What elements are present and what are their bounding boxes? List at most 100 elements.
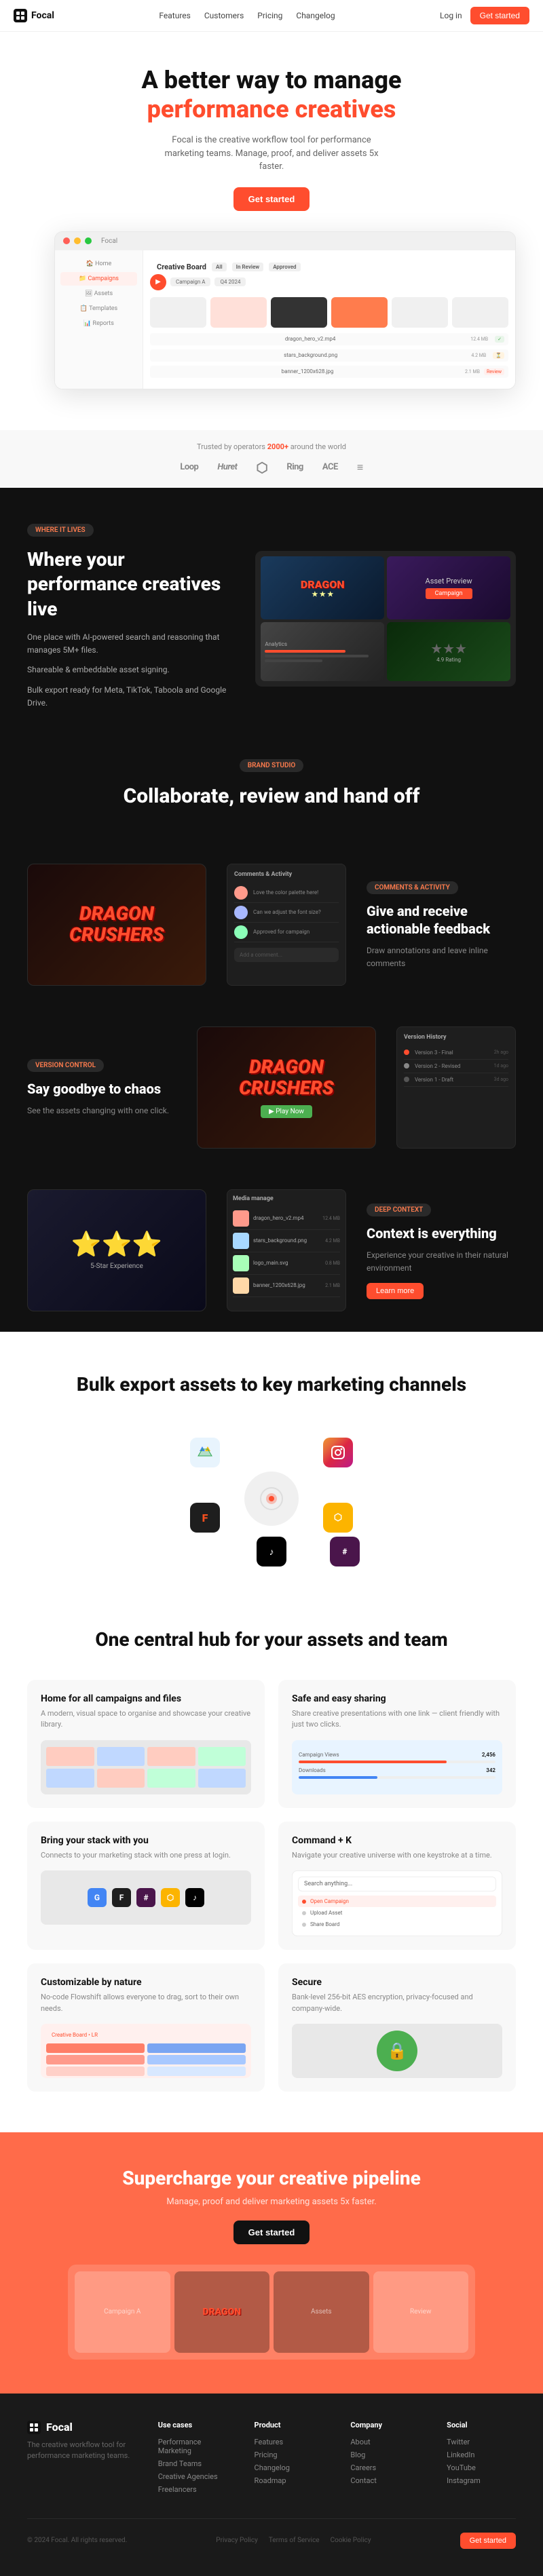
footer-brand: Focal The creative workflow tool for per… xyxy=(27,2421,131,2498)
ss-sidebar-assets[interactable]: 🖼 Assets xyxy=(60,287,137,301)
footer-item-twitter[interactable]: Twitter xyxy=(447,2438,516,2446)
footer-cta-button[interactable]: Get started xyxy=(460,2533,516,2549)
footer-item-about[interactable]: About xyxy=(350,2438,419,2446)
sup-dragon-text: DRAGON xyxy=(202,2307,241,2318)
footer-item-instagram[interactable]: Instagram xyxy=(447,2476,516,2485)
dark-card-4-img: ★★★ 4.9 Rating xyxy=(387,622,510,681)
version-heading: Say goodbye to chaos xyxy=(27,1080,176,1098)
feature-context-text: DEEP CONTEXT Context is everything Exper… xyxy=(367,1202,516,1299)
footer-item-linkedin[interactable]: LinkedIn xyxy=(447,2450,516,2459)
ss-card-grid xyxy=(150,297,508,328)
hero-subtitle: Focal is the creative workflow tool for … xyxy=(156,134,387,174)
ss-filter-review[interactable]: In Review xyxy=(232,263,264,271)
dark-card-1: DRAGON ★ ★ ★ xyxy=(261,556,384,619)
ss-filter-all[interactable]: All xyxy=(212,263,227,271)
feature-context: ⭐⭐⭐ 5-Star Experience Media manage drago… xyxy=(0,1169,543,1332)
comment-3: Approved for campaign xyxy=(234,923,339,942)
version-badge: VERSION CONTROL xyxy=(27,1059,104,1072)
export-heading: Bulk export assets to key marketing chan… xyxy=(27,1372,516,1397)
comment-placeholder[interactable]: Add a comment... xyxy=(234,948,339,962)
cmd-item-1[interactable]: Open Campaign xyxy=(298,1896,496,1907)
stars-visual: ⭐⭐⭐ 5-Star Experience xyxy=(27,1189,206,1311)
footer-item-roadmap[interactable]: Roadmap xyxy=(255,2476,324,2485)
context-cta-button[interactable]: Learn more xyxy=(367,1283,424,1299)
feature-feedback-img: DRAGONCRUSHERS xyxy=(27,864,206,986)
footer-item-freelancers[interactable]: Freelancers xyxy=(158,2485,227,2494)
supercharge-desc: Manage, proof and deliver marketing asse… xyxy=(27,2197,516,2207)
mini-card-6 xyxy=(97,1769,145,1788)
hub-card-campaigns: Home for all campaigns and files A moder… xyxy=(27,1680,265,1808)
comment-1-text: Love the color palette here! xyxy=(253,889,339,896)
media-item-3: logo_main.svg 0.8 MB xyxy=(233,1252,340,1275)
ss-sidebar-templates[interactable]: 📋 Templates xyxy=(60,302,137,315)
hub-sharing-visual: Campaign Views 2,456 Downloads 342 xyxy=(292,1740,502,1794)
collab-badge: BRAND STUDIO xyxy=(240,759,304,772)
command-k-input[interactable]: Search anything... xyxy=(298,1877,496,1891)
footer-item-blog[interactable]: Blog xyxy=(350,2450,419,2459)
footer-item-careers[interactable]: Careers xyxy=(350,2463,419,2472)
ss-sidebar-reports[interactable]: 📊 Reports xyxy=(60,317,137,330)
mini-card-5 xyxy=(46,1769,94,1788)
nav-pricing[interactable]: Pricing xyxy=(257,11,282,20)
screenshot-titlebar: Focal xyxy=(55,232,515,250)
nav-changelog[interactable]: Changelog xyxy=(296,11,335,20)
section-creatives-p3: Bulk export ready for Meta, TikTok, Tabo… xyxy=(27,684,235,710)
ss-play-btn[interactable]: ▶ xyxy=(150,274,166,290)
gdrive-icon xyxy=(190,1438,220,1467)
cmd-item-3[interactable]: Share Board xyxy=(298,1919,496,1930)
footer-item-features[interactable]: Features xyxy=(255,2438,324,2446)
footer-top: Focal The creative workflow tool for per… xyxy=(27,2421,516,2498)
screenshot-sidebar: 🏠 Home 📁 Campaigns 🖼 Assets 📋 Templates … xyxy=(55,250,143,389)
dark-card-4: ★★★ 4.9 Rating xyxy=(387,622,510,681)
supercharge-heading: Supercharge your creative pipeline xyxy=(27,2166,516,2191)
ss-row-1: dragon_hero_v2.mp4 12.4 MB ✓ xyxy=(150,333,508,345)
hero-cta-button[interactable]: Get started xyxy=(233,187,310,211)
cmd-dot-3 xyxy=(302,1923,306,1927)
ss-sidebar-campaigns[interactable]: 📁 Campaigns xyxy=(60,272,137,286)
logo-huret: Huret xyxy=(217,462,237,472)
media-thumb-2 xyxy=(233,1233,249,1249)
ss-sidebar-home[interactable]: 🏠 Home xyxy=(60,257,137,271)
version-item-3: Version 1 - Draft 3d ago xyxy=(404,1073,508,1087)
footer-col-product: Product Features Pricing Changelog Roadm… xyxy=(255,2421,324,2498)
footer-item-pricing[interactable]: Pricing xyxy=(255,2450,324,2459)
nav-features[interactable]: Features xyxy=(159,11,190,20)
footer-item-contact[interactable]: Contact xyxy=(350,2476,419,2485)
footer-logo-icon xyxy=(27,2421,41,2434)
hub-campaigns-visual xyxy=(41,1740,251,1794)
section-creatives-heading: Where your performance creatives live xyxy=(27,547,235,621)
login-link[interactable]: Log in xyxy=(440,11,462,20)
footer-item-changelog[interactable]: Changelog xyxy=(255,2463,324,2472)
hub-card-sharing: Safe and easy sharing Share creative pre… xyxy=(278,1680,516,1808)
version-dot-1 xyxy=(404,1050,409,1055)
version-history-panel: Version History Version 3 - Final 2h ago… xyxy=(396,1026,516,1149)
avatar-3 xyxy=(234,925,248,939)
ss-filter-approved[interactable]: Approved xyxy=(269,263,300,271)
media-size-4: 2.1 MB xyxy=(325,1283,340,1288)
logo[interactable]: Focal xyxy=(14,9,54,22)
nav-customers[interactable]: Customers xyxy=(204,11,244,20)
hub-grid: Home for all campaigns and files A moder… xyxy=(27,1680,516,2092)
supercharge-cta-button[interactable]: Get started xyxy=(233,2221,310,2244)
dot-yellow xyxy=(74,237,81,244)
nav-cta-button[interactable]: Get started xyxy=(470,7,529,24)
footer-item-pm[interactable]: Performance Marketing xyxy=(158,2438,227,2455)
media-thumb-1 xyxy=(233,1210,249,1227)
footer-item-brand[interactable]: Brand Teams xyxy=(158,2459,227,2468)
hub-card-customize-title: Customizable by nature xyxy=(41,1977,251,1988)
hero-heading: A better way to manage performance creat… xyxy=(54,66,489,124)
ss-card-4 xyxy=(331,297,388,328)
footer-item-youtube[interactable]: YouTube xyxy=(447,2463,516,2472)
footer-terms[interactable]: Terms of Service xyxy=(269,2537,320,2544)
sup-card-1-label: Campaign A xyxy=(104,2308,141,2315)
footer-cookies[interactable]: Cookie Policy xyxy=(331,2537,371,2544)
footer-privacy[interactable]: Privacy Policy xyxy=(216,2537,258,2544)
ss-card-3 xyxy=(271,297,327,328)
hero-section: A better way to manage performance creat… xyxy=(0,32,543,430)
screenshot-main: Creative Board All In Review Approved ▶ … xyxy=(143,250,515,389)
cmd-item-2[interactable]: Upload Asset xyxy=(298,1907,496,1919)
footer-item-agencies[interactable]: Creative Agencies xyxy=(158,2472,227,2481)
collab-heading: Collaborate, review and hand off xyxy=(27,783,516,809)
comment-1: Love the color palette here! xyxy=(234,883,339,903)
footer-bottom-links: Privacy Policy Terms of Service Cookie P… xyxy=(216,2537,371,2544)
